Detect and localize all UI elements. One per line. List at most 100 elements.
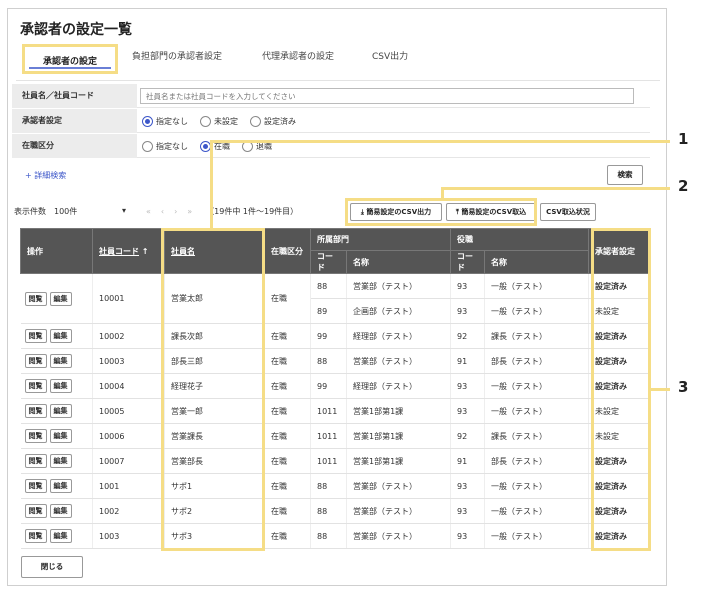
radio-selected-icon <box>142 115 153 127</box>
radio-icon <box>200 115 211 127</box>
leader-line-2 <box>441 187 670 190</box>
post-name: 一般（テスト） <box>484 298 589 324</box>
callout-2: 2 <box>678 177 689 195</box>
col-employment-status: 在職区分 <box>264 228 311 274</box>
approver-status: 設定済み <box>588 373 649 399</box>
pager: 表示件数 100件 ▾ «‹›» （19件中 1件〜19件目） <box>14 206 298 217</box>
dept-code: 1011 <box>310 398 347 424</box>
view-button[interactable]: 閲覧 <box>24 454 47 468</box>
view-button[interactable]: 閲覧 <box>24 529 47 543</box>
dept-code: 99 <box>310 373 347 399</box>
employee-search-input[interactable] <box>140 88 634 104</box>
edit-button[interactable]: 編集 <box>49 479 72 493</box>
edit-button[interactable]: 編集 <box>49 529 72 543</box>
edit-button[interactable]: 編集 <box>49 454 72 468</box>
approver-table: 操作 社員コード ↑ 社員名 在職区分 所属部門 役職 承認者設定 コード 名称… <box>20 228 649 549</box>
csv-status-button[interactable]: CSV取込状況 <box>540 203 596 221</box>
row-ops: 閲覧 編集 <box>20 448 93 474</box>
table-row: 閲覧 編集 10004 経理花子 在職 99 経理部（テスト） 93 一般（テスト） 設定済み <box>20 373 649 399</box>
dept-code: 88 <box>310 273 347 299</box>
approver-radio-set[interactable]: 設定済み <box>250 115 296 127</box>
col-position: 役職 <box>450 228 589 251</box>
employment-status: 在職 <box>264 398 311 424</box>
count-label: 表示件数 <box>14 207 46 216</box>
edit-button[interactable]: 編集 <box>49 329 72 343</box>
col-employee-code[interactable]: 社員コード ↑ <box>92 228 165 274</box>
approver-radio-none[interactable]: 指定なし <box>142 115 188 127</box>
edit-button[interactable]: 編集 <box>49 291 72 306</box>
callout-3: 3 <box>678 378 689 396</box>
col-post-name: 名称 <box>484 250 589 274</box>
close-button[interactable]: 閉じる <box>21 556 83 578</box>
employee-name: 部長三郎 <box>164 348 265 374</box>
approver-radio-unset[interactable]: 未設定 <box>200 115 238 127</box>
post-name: 部長（テスト） <box>484 348 589 374</box>
approver-status: 未設定 <box>588 423 649 449</box>
view-button[interactable]: 閲覧 <box>24 291 47 306</box>
edit-button[interactable]: 編集 <box>49 404 72 418</box>
dept-code: 88 <box>310 523 347 549</box>
dept-name: 営業1部第1課 <box>346 423 451 449</box>
tab-csv-export[interactable]: CSV出力 <box>372 49 408 62</box>
view-button[interactable]: 閲覧 <box>24 354 47 368</box>
row-ops: 閲覧 編集 <box>20 273 93 324</box>
edit-button[interactable]: 編集 <box>49 379 72 393</box>
edit-button[interactable]: 編集 <box>49 429 72 443</box>
view-button[interactable]: 閲覧 <box>24 404 47 418</box>
sort-up-icon: ↑ <box>141 246 149 256</box>
tab-proxy-approver[interactable]: 代理承認者の設定 <box>262 49 334 62</box>
csv-export-button[interactable]: ⤓ 簡易設定のCSV出力 <box>350 203 442 221</box>
post-name: 部長（テスト） <box>484 448 589 474</box>
employment-status: 在職 <box>264 423 311 449</box>
post-code: 92 <box>450 423 485 449</box>
row-ops: 閲覧 編集 <box>20 498 93 524</box>
post-name: 一般（テスト） <box>484 473 589 499</box>
csv-import-button[interactable]: ⤒ 簡易設定のCSV取込 <box>446 203 536 221</box>
employment-status-row: 在職区分 指定なし 在職 退職 <box>12 134 650 158</box>
row-ops: 閲覧 編集 <box>20 373 93 399</box>
view-button[interactable]: 閲覧 <box>24 379 47 393</box>
row-ops: 閲覧 編集 <box>20 523 93 549</box>
employee-name: 課長次郎 <box>164 323 265 349</box>
search-button[interactable]: 検索 <box>607 165 643 185</box>
tab-approver-settings[interactable]: 承認者の設定 <box>22 44 118 74</box>
dept-code: 88 <box>310 348 347 374</box>
dept-name: 営業部（テスト） <box>346 273 451 299</box>
dept-name: 営業1部第1課 <box>346 448 451 474</box>
dept-name: 営業部（テスト） <box>346 348 451 374</box>
view-button[interactable]: 閲覧 <box>24 329 47 343</box>
post-name: 一般（テスト） <box>484 373 589 399</box>
employment-status: 在職 <box>264 273 311 324</box>
post-name: 一般（テスト） <box>484 398 589 424</box>
post-code: 93 <box>450 523 485 549</box>
table-row: 閲覧 編集 10007 営業部長 在職 1011 営業1部第1課 91 部長（テスト） 設定済み <box>20 448 649 474</box>
leader-line-3 <box>651 388 670 391</box>
edit-button[interactable]: 編集 <box>49 354 72 368</box>
view-button[interactable]: 閲覧 <box>24 504 47 518</box>
approver-status: 設定済み <box>588 273 649 299</box>
employee-code: 10006 <box>92 423 165 449</box>
col-employee-name[interactable]: 社員名 <box>164 228 265 274</box>
employee-code: 10001 <box>92 273 165 324</box>
employment-status: 在職 <box>264 473 311 499</box>
caret-down-icon: ▾ <box>121 206 126 215</box>
col-ops: 操作 <box>20 228 93 274</box>
count-select[interactable]: 100件 ▾ <box>54 206 126 217</box>
post-code: 93 <box>450 273 485 299</box>
page-nav-icons[interactable]: «‹›» <box>146 207 202 216</box>
advanced-search-link[interactable]: + 詳細検索 <box>25 170 66 181</box>
tab-cost-dept-approver[interactable]: 負担部門の承認者設定 <box>132 49 222 62</box>
edit-button[interactable]: 編集 <box>49 504 72 518</box>
employment-status: 在職 <box>264 523 311 549</box>
status-radio-none[interactable]: 指定なし <box>142 140 188 152</box>
approver-status: 設定済み <box>588 473 649 499</box>
employment-status: 在職 <box>264 373 311 399</box>
employment-status-label: 在職区分 <box>12 134 137 158</box>
table-row: 閲覧 編集 1002 サポ2 在職 88 営業部（テスト） 93 一般（テスト） 設定済み <box>20 498 649 524</box>
view-button[interactable]: 閲覧 <box>24 479 47 493</box>
employment-status: 在職 <box>264 448 311 474</box>
view-button[interactable]: 閲覧 <box>24 429 47 443</box>
approver-status: 設定済み <box>588 348 649 374</box>
leader-line-1 <box>210 140 670 143</box>
post-name: 課長（テスト） <box>484 323 589 349</box>
